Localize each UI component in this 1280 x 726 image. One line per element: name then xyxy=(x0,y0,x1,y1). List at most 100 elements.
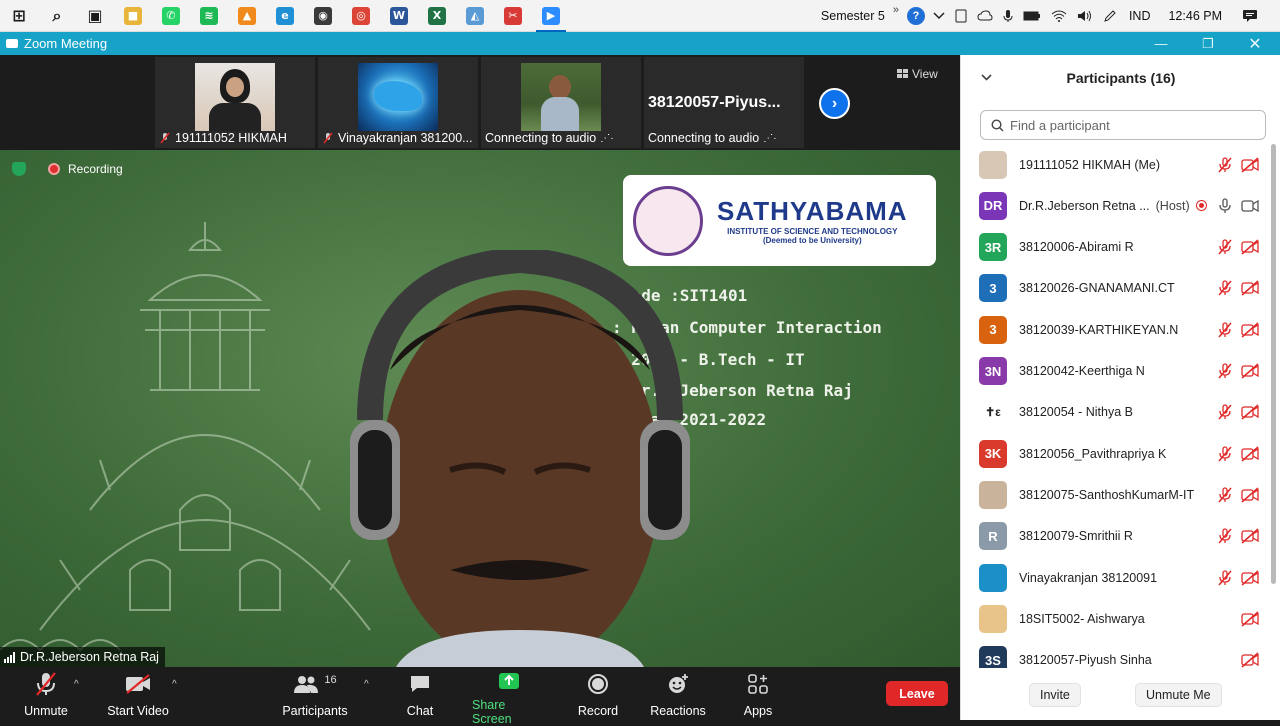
participant-row[interactable]: 191111052 HIKMAH (Me) xyxy=(961,144,1271,185)
audio-options-caret[interactable]: ^ xyxy=(74,679,79,690)
muted-mic-icon[interactable] xyxy=(1217,404,1233,420)
muted-mic-icon[interactable] xyxy=(1217,280,1233,296)
muted-mic-icon[interactable] xyxy=(1217,487,1233,503)
pen-icon[interactable] xyxy=(1103,9,1117,23)
mic-icon[interactable] xyxy=(1217,198,1233,214)
participant-row[interactable]: 3 38120026-GNANAMANI.CT xyxy=(961,268,1271,309)
signal-bars-icon xyxy=(4,651,15,663)
collapse-chevron-icon[interactable] xyxy=(981,70,992,84)
video-thumbnail[interactable]: Connecting to audio ⋰· xyxy=(481,57,641,148)
muted-mic-icon[interactable] xyxy=(1217,445,1233,462)
unmute-button[interactable]: Unmute xyxy=(20,671,72,719)
video-icon[interactable] xyxy=(1241,198,1259,214)
wifi-icon[interactable] xyxy=(1051,10,1067,22)
video-off-icon[interactable] xyxy=(1241,446,1259,462)
participant-row[interactable]: DR Dr.R.Jeberson Retna ... (Host) xyxy=(961,185,1271,226)
minimize-button[interactable]: — xyxy=(1138,32,1184,55)
share-screen-button[interactable]: Share Screen xyxy=(472,671,546,726)
restore-button[interactable]: ❐ xyxy=(1185,32,1231,55)
leave-button[interactable]: Leave xyxy=(886,681,948,706)
start-video-button[interactable]: Start Video xyxy=(106,671,170,719)
video-off-icon[interactable] xyxy=(1241,363,1259,379)
video-off-icon[interactable] xyxy=(1241,322,1259,338)
start-icon[interactable]: ⊞ xyxy=(0,0,38,32)
muted-mic-icon[interactable] xyxy=(1217,156,1233,173)
video-off-icon[interactable] xyxy=(1241,528,1259,544)
notification-icon[interactable] xyxy=(1242,9,1258,23)
participant-row[interactable]: ✝ε 38120054 - Nithya B xyxy=(961,392,1271,433)
invite-button[interactable]: Invite xyxy=(1029,683,1081,707)
excel-icon[interactable]: X xyxy=(418,0,456,32)
word-icon[interactable]: W xyxy=(380,0,418,32)
snip-icon[interactable]: ✂ xyxy=(494,0,532,32)
spotify-icon[interactable]: ≋ xyxy=(190,0,228,32)
muted-mic-icon[interactable] xyxy=(1217,569,1233,586)
participants-button[interactable]: 16 Participants xyxy=(280,671,350,719)
muted-mic-icon[interactable] xyxy=(1217,363,1233,379)
video-off-icon[interactable] xyxy=(1241,652,1259,668)
obs-icon[interactable]: ◉ xyxy=(304,0,342,32)
tablet-icon[interactable] xyxy=(955,9,967,23)
view-button[interactable]: View xyxy=(897,64,951,84)
video-off-icon[interactable] xyxy=(1241,487,1259,503)
recording-indicator[interactable]: Recording xyxy=(12,162,123,176)
participant-search[interactable] xyxy=(980,110,1266,140)
host-label: (Host) xyxy=(1155,198,1190,213)
vlc-icon[interactable]: ▲ xyxy=(228,0,266,32)
whatsapp-icon[interactable]: ✆ xyxy=(152,0,190,32)
search-input[interactable] xyxy=(1010,117,1250,133)
thumbnail-label: Vinayakranjan 381200... xyxy=(322,131,474,145)
video-thumbnail[interactable]: Vinayakranjan 381200... xyxy=(318,57,478,148)
chat-button[interactable]: Chat xyxy=(400,671,440,719)
participant-row[interactable]: 38120075-SanthoshKumarM-IT xyxy=(961,474,1271,515)
task-view-icon[interactable]: ▣ xyxy=(76,0,114,32)
video-off-icon[interactable] xyxy=(1241,239,1259,255)
avatar xyxy=(979,480,1007,509)
volume-icon[interactable] xyxy=(1077,10,1093,22)
muted-mic-icon[interactable] xyxy=(1217,239,1233,255)
chrome-icon[interactable]: ◎ xyxy=(342,0,380,32)
video-options-caret[interactable]: ^ xyxy=(172,679,177,690)
video-off-icon[interactable] xyxy=(1241,280,1259,296)
edge-icon[interactable]: e xyxy=(266,0,304,32)
window-title: Zoom Meeting xyxy=(24,36,108,51)
record-button[interactable]: Record xyxy=(576,671,620,719)
participant-row[interactable]: 3N 38120042-Keerthiga N xyxy=(961,351,1271,392)
participant-row[interactable]: 3R 38120006-Abirami R xyxy=(961,227,1271,268)
reactions-button[interactable]: Reactions xyxy=(650,671,706,719)
search-icon[interactable]: ⌕ xyxy=(38,0,76,32)
participant-row[interactable]: R 38120079-Smrithii R xyxy=(961,516,1271,557)
participant-row[interactable]: 3S 38120057-Piyush Sinha xyxy=(961,640,1271,668)
unmute-me-button[interactable]: Unmute Me xyxy=(1135,683,1222,707)
file-explorer-icon[interactable]: ■ xyxy=(114,0,152,32)
participant-row[interactable]: 3K 38120056_Pavithrapriya K xyxy=(961,433,1271,474)
muted-mic-icon[interactable] xyxy=(1217,528,1233,544)
participant-row[interactable]: Vinayakranjan 38120091 xyxy=(961,557,1271,598)
close-button[interactable]: ✕ xyxy=(1232,32,1278,55)
overflow-chevron-icon[interactable]: » xyxy=(893,4,899,16)
participants-scrollbar[interactable] xyxy=(1271,144,1277,668)
video-thumbnail[interactable]: 38120057-Piyus... Connecting to audio ⋰· xyxy=(644,57,804,148)
zoom-icon[interactable]: ▶ xyxy=(532,0,570,32)
muted-mic-icon[interactable] xyxy=(1217,322,1233,338)
apps-button[interactable]: Apps xyxy=(742,671,774,719)
semester-label[interactable]: Semester 5 xyxy=(821,9,885,23)
video-off-icon[interactable] xyxy=(1241,404,1259,420)
avatar: 3N xyxy=(979,357,1007,385)
next-page-button[interactable]: › xyxy=(819,88,850,119)
cloud-icon[interactable] xyxy=(977,10,993,22)
video-off-icon[interactable] xyxy=(1241,156,1259,173)
clock[interactable]: 12:46 PM xyxy=(1168,9,1222,23)
video-off-icon[interactable] xyxy=(1241,569,1259,586)
participant-row[interactable]: 3 38120039-KARTHIKEYAN.N xyxy=(961,309,1271,350)
participant-row[interactable]: 18SIT5002- Aishwarya xyxy=(961,598,1271,639)
photos-icon[interactable]: ◭ xyxy=(456,0,494,32)
video-off-icon[interactable] xyxy=(1241,611,1259,627)
battery-icon[interactable] xyxy=(1023,11,1041,21)
microphone-icon[interactable] xyxy=(1003,9,1013,23)
participants-options-caret[interactable]: ^ xyxy=(364,679,369,690)
chevron-up-icon[interactable] xyxy=(933,12,945,20)
help-icon[interactable]: ? xyxy=(906,7,925,25)
video-thumbnail[interactable]: 191111052 HIKMAH xyxy=(155,57,315,148)
language-indicator[interactable]: IND xyxy=(1129,9,1151,23)
